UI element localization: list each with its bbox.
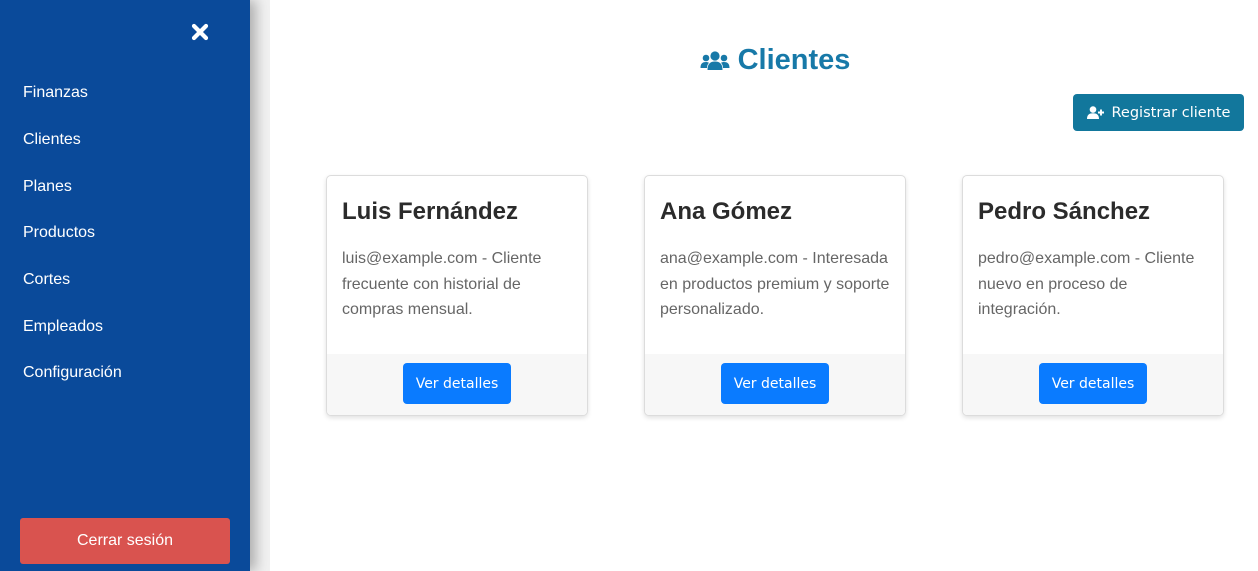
client-name: Luis Fernández <box>342 198 519 225</box>
sidebar-item-clientes[interactable]: Clientes <box>0 117 250 164</box>
client-description: luis@example.com - Cliente frecuente con… <box>342 250 542 318</box>
sidebar-item-empleados[interactable]: Empleados <box>0 303 250 350</box>
sidebar-nav: Finanzas Clientes Planes Productos Corte… <box>0 70 250 397</box>
view-details-button[interactable]: Ver detalles <box>721 363 829 404</box>
sidebar-item-planes[interactable]: Planes <box>0 163 250 210</box>
page-title: Clientes <box>270 44 1258 77</box>
sidebar-item-cortes[interactable]: Cortes <box>0 257 250 304</box>
sidebar-gutter <box>250 0 270 571</box>
sidebar-item-finanzas[interactable]: Finanzas <box>0 70 250 117</box>
card-footer: Ver detalles <box>963 354 1223 415</box>
client-name: Pedro Sánchez <box>978 198 1151 225</box>
client-description: pedro@example.com - Cliente nuevo en pro… <box>978 250 1195 318</box>
main-content: Clientes Registrar cliente Luis Fernánde… <box>270 0 1258 571</box>
sidebar-item-productos[interactable]: Productos <box>0 210 250 257</box>
users-icon <box>700 50 730 70</box>
card-footer: Ver detalles <box>327 354 587 415</box>
client-card: Luis Fernández luis@example.com - Client… <box>326 175 588 416</box>
view-details-button[interactable]: Ver detalles <box>403 363 511 404</box>
close-x-icon <box>191 23 209 41</box>
user-plus-icon <box>1086 106 1104 119</box>
client-name: Ana Gómez <box>660 198 793 225</box>
card-footer: Ver detalles <box>645 354 905 415</box>
logout-button[interactable]: Cerrar sesión <box>20 518 230 564</box>
client-description: ana@example.com - Interesada en producto… <box>660 250 890 318</box>
view-details-button[interactable]: Ver detalles <box>1039 363 1147 404</box>
client-card: Ana Gómez ana@example.com - Interesada e… <box>644 175 906 416</box>
sidebar: Finanzas Clientes Planes Productos Corte… <box>0 0 250 571</box>
close-sidebar-button[interactable] <box>186 18 214 46</box>
sidebar-item-configuracion[interactable]: Configuración <box>0 350 250 397</box>
client-card: Pedro Sánchez pedro@example.com - Client… <box>962 175 1224 416</box>
page-title-text: Clientes <box>737 44 851 76</box>
register-client-label: Registrar cliente <box>1111 104 1231 121</box>
register-client-button[interactable]: Registrar cliente <box>1073 94 1244 131</box>
